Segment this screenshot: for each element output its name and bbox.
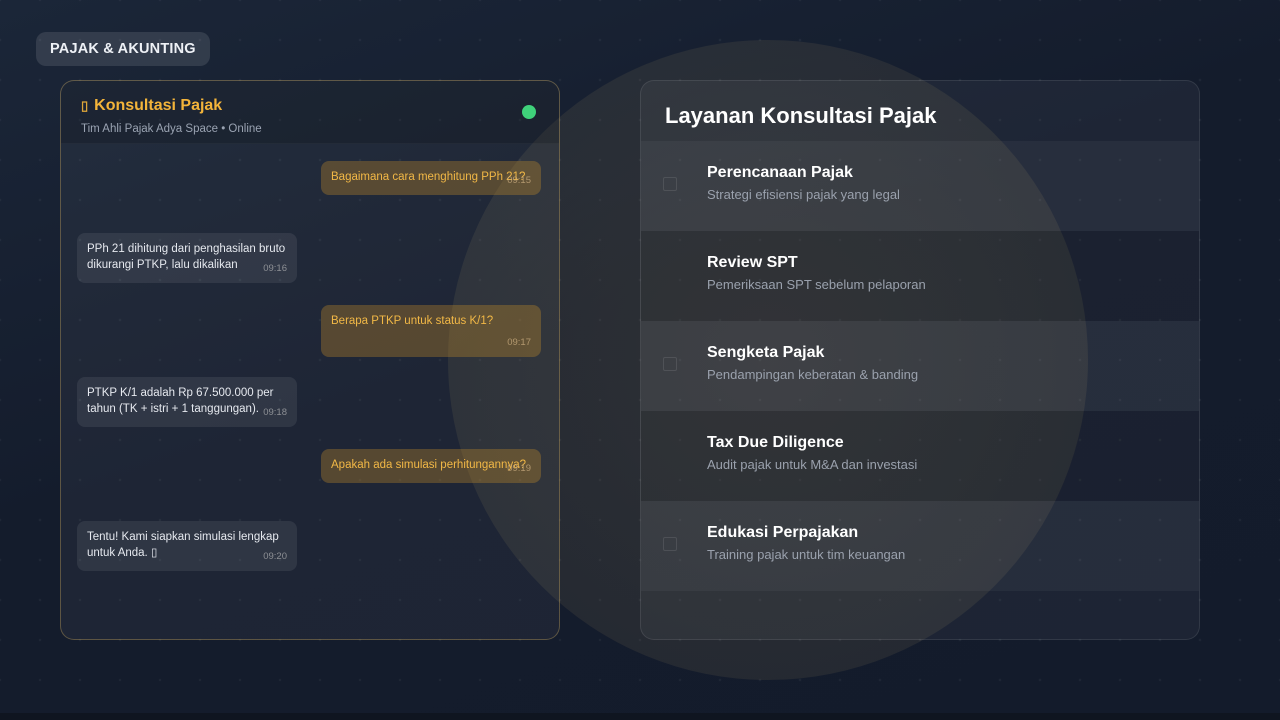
- planning-icon: [663, 177, 677, 191]
- service-description: Pendampingan keberatan & banding: [707, 367, 919, 382]
- message-text: Berapa PTKP untuk status K/1?: [331, 315, 494, 327]
- message-text: Bagaimana cara menghitung PPh 21?: [331, 171, 526, 183]
- chat-panel: ▯ Konsultasi Pajak Tim Ahli Pajak Adya S…: [60, 80, 560, 640]
- service-item-tax-due-diligence[interactable]: Tax Due Diligence Audit pajak untuk M&A …: [641, 411, 1199, 501]
- service-item-review-spt[interactable]: Review SPT Pemeriksaan SPT sebelum pelap…: [641, 231, 1199, 321]
- service-description: Strategi efisiensi pajak yang legal: [707, 187, 900, 202]
- dispute-icon: [663, 357, 677, 371]
- service-description: Training pajak untuk tim keuangan: [707, 547, 906, 562]
- message-time: 09:17: [507, 337, 531, 348]
- bottom-bar: [0, 713, 1280, 720]
- message-time: 09:18: [263, 407, 287, 418]
- chat-message-agent: PPh 21 dihitung dari penghasilan bruto d…: [77, 233, 297, 283]
- service-name: Edukasi Perpajakan: [707, 524, 859, 541]
- message-text: PTKP K/1 adalah Rp 67.500.000 per tahun …: [87, 387, 274, 415]
- service-name: Review SPT: [707, 254, 798, 271]
- service-item-perencanaan-pajak[interactable]: Perencanaan Pajak Strategi efisiensi paj…: [641, 141, 1199, 231]
- chat-header: ▯ Konsultasi Pajak Tim Ahli Pajak Adya S…: [61, 81, 559, 144]
- chat-message-agent: Tentu! Kami siapkan simulasi lengkap unt…: [77, 521, 297, 571]
- audit-icon: [663, 447, 677, 461]
- service-name: Tax Due Diligence: [707, 434, 844, 451]
- service-description: Audit pajak untuk M&A dan investasi: [707, 457, 918, 472]
- chat-message-user: Berapa PTKP untuk status K/1? 09:17: [321, 305, 541, 357]
- online-status-dot: [522, 105, 536, 119]
- chat-message-agent: PTKP K/1 adalah Rp 67.500.000 per tahun …: [77, 377, 297, 427]
- message-time: 09:20: [263, 551, 287, 562]
- service-name: Sengketa Pajak: [707, 344, 825, 361]
- message-time: 09:19: [507, 463, 531, 474]
- chat-message-user: Bagaimana cara menghitung PPh 21? 09:15: [321, 161, 541, 195]
- chat-message-user: Apakah ada simulasi perhitungannya? 09:1…: [321, 449, 541, 483]
- chat-title-row: ▯ Konsultasi Pajak: [81, 97, 539, 115]
- review-icon: [663, 267, 677, 281]
- message-text: Apakah ada simulasi perhitungannya?: [331, 459, 526, 471]
- chat-title: Konsultasi Pajak: [94, 97, 223, 114]
- service-item-sengketa-pajak[interactable]: Sengketa Pajak Pendampingan keberatan & …: [641, 321, 1199, 411]
- services-panel: Layanan Konsultasi Pajak Perencanaan Paj…: [640, 80, 1200, 640]
- service-item-edukasi-perpajakan[interactable]: Edukasi Perpajakan Training pajak untuk …: [641, 501, 1199, 591]
- chat-icon: ▯: [81, 98, 89, 113]
- message-text: Tentu! Kami siapkan simulasi lengkap unt…: [87, 531, 279, 559]
- chat-subtitle: Tim Ahli Pajak Adya Space • Online: [81, 123, 262, 135]
- message-time: 09:16: [263, 263, 287, 274]
- brand-badge: PAJAK & AKUNTING: [36, 32, 210, 66]
- service-name: Perencanaan Pajak: [707, 164, 853, 181]
- education-icon: [663, 537, 677, 551]
- service-description: Pemeriksaan SPT sebelum pelaporan: [707, 277, 926, 292]
- message-time: 09:15: [507, 175, 531, 186]
- message-text: PPh 21 dihitung dari penghasilan bruto d…: [87, 243, 286, 271]
- services-title: Layanan Konsultasi Pajak: [665, 103, 937, 128]
